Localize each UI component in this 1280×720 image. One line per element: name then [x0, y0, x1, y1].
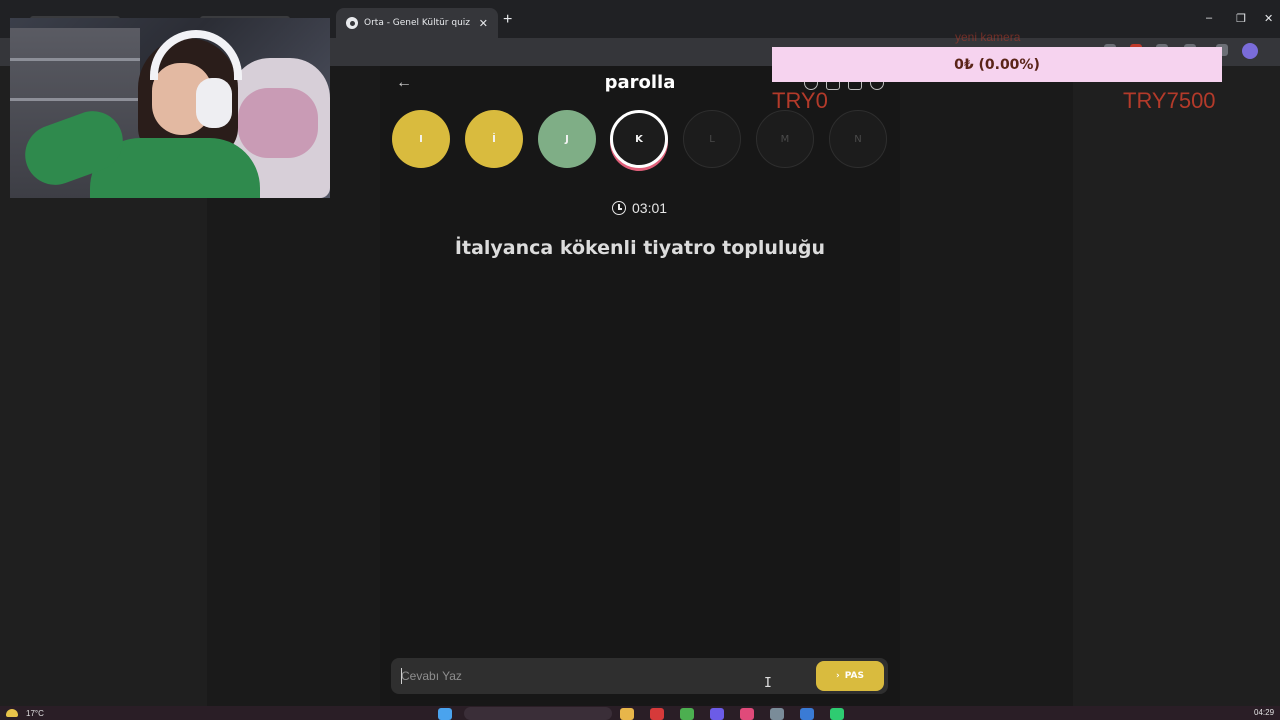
- page-right-panel: [1073, 66, 1280, 706]
- letter-circle: N: [829, 110, 887, 168]
- tab-close-icon[interactable]: ✕: [479, 17, 488, 30]
- discord-icon[interactable]: [710, 708, 724, 720]
- letter-wheel: I İ J K L M N: [392, 110, 896, 170]
- letter-circle: M: [756, 110, 814, 168]
- timer-value: 03:01: [632, 200, 668, 216]
- donation-goal: 0₺ (0.00%): [772, 47, 1222, 82]
- app-icon[interactable]: [650, 708, 664, 720]
- new-tab-button[interactable]: +: [503, 11, 512, 29]
- shelf-line: [10, 98, 140, 101]
- minimize-button[interactable]: –: [1206, 12, 1212, 24]
- letter-circle: J: [538, 110, 596, 168]
- maximize-button[interactable]: ❐: [1236, 12, 1246, 25]
- answer-input[interactable]: [401, 666, 781, 686]
- letter-circle: L: [683, 110, 741, 168]
- browser-tab-active[interactable]: Orta - Genel Kültür quiz - parolla ✕: [336, 8, 498, 38]
- timer: 03:01: [612, 200, 667, 216]
- mouse-text-cursor: I: [764, 676, 772, 691]
- overlay-faded-label: yeni kamera: [955, 30, 1021, 44]
- clock-time: 04:29: [1254, 708, 1275, 717]
- profile-avatar[interactable]: [1242, 43, 1258, 59]
- app-icon[interactable]: [740, 708, 754, 720]
- question-text: İtalyanca kökenli tiyatro topluluğu: [454, 237, 826, 259]
- chevron-right-icon: ›: [836, 671, 840, 681]
- site-favicon-icon: [346, 17, 358, 29]
- answer-bar: › PAS: [391, 658, 888, 694]
- pas-button[interactable]: › PAS: [816, 661, 884, 691]
- shelf-line: [10, 58, 140, 61]
- windows-start-icon[interactable]: [438, 708, 452, 720]
- app-icon[interactable]: [830, 708, 844, 720]
- clock-icon: [612, 201, 626, 215]
- back-arrow-icon[interactable]: ←: [396, 74, 412, 92]
- webcam-overlay: [10, 18, 330, 198]
- page-right-gutter: [900, 66, 1073, 706]
- app-icon[interactable]: [770, 708, 784, 720]
- temperature: 17°C: [26, 709, 44, 718]
- donation-current: TRY0: [772, 88, 828, 113]
- taskbar-search[interactable]: [464, 707, 612, 720]
- app-title: parolla: [604, 72, 676, 93]
- letter-circle: I: [392, 110, 450, 168]
- letter-circle-current: K: [610, 110, 668, 168]
- weather-icon[interactable]: [6, 709, 18, 717]
- pas-label: PAS: [844, 671, 864, 681]
- file-explorer-icon[interactable]: [620, 708, 634, 720]
- tab-title: Orta - Genel Kültür quiz - parolla: [364, 18, 473, 28]
- letter-circle: İ: [465, 110, 523, 168]
- text-caret: [401, 668, 402, 684]
- taskbar: 17°C 04:29: [0, 706, 1280, 720]
- donation-target: TRY7500: [1123, 88, 1216, 113]
- headphone-band: [150, 30, 242, 80]
- app-icon[interactable]: [800, 708, 814, 720]
- close-window-button[interactable]: ✕: [1264, 12, 1273, 25]
- headphone-icon: [196, 78, 232, 128]
- chrome-icon[interactable]: [680, 708, 694, 720]
- pillow: [238, 88, 318, 158]
